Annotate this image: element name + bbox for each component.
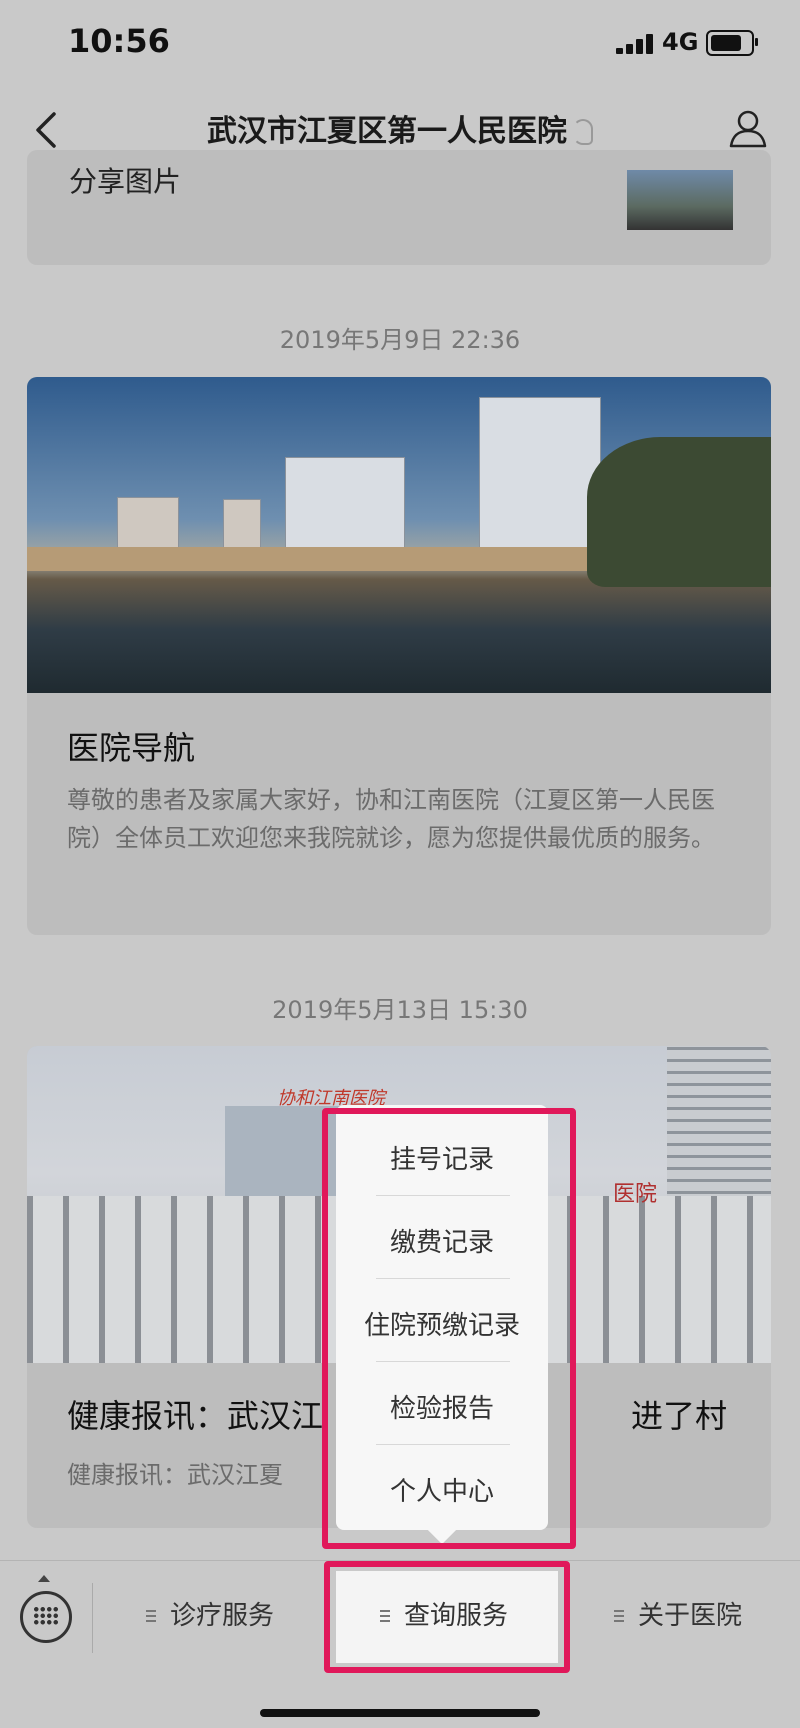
screen: 10:56 4G 武汉市江夏区第一人民医院 分享图片 2019年5月9日 22:… xyxy=(0,0,800,1728)
home-indicator xyxy=(260,1709,540,1717)
menu-icon xyxy=(146,1610,156,1622)
building-shape xyxy=(667,1046,771,1206)
keyboard-icon[interactable] xyxy=(20,1591,72,1643)
hospital-sign-text: 医院 xyxy=(613,1182,658,1207)
article-title: 分享图片 xyxy=(69,165,182,198)
building-shape xyxy=(223,499,261,549)
tab-highlight-box xyxy=(324,1561,570,1673)
tab-label: 诊疗服务 xyxy=(170,1601,275,1631)
status-time: 10:56 xyxy=(68,22,170,60)
article-card-partial[interactable]: 分享图片 xyxy=(27,150,771,265)
signal-icon xyxy=(616,34,656,54)
message-timestamp: 2019年5月9日 22:36 xyxy=(279,326,521,354)
bottom-menu-bar: 诊疗服务 查询服务 关于医院 xyxy=(0,1560,800,1728)
menu-icon xyxy=(614,1610,624,1622)
divider xyxy=(92,1583,93,1653)
article-title-left: 健康报讯：武汉江 xyxy=(67,1397,324,1435)
page-title-text: 武汉市江夏区第一人民医院 xyxy=(207,114,567,149)
network-type: 4G xyxy=(662,28,699,56)
battery-icon xyxy=(706,30,758,56)
article-title: 医院导航 xyxy=(67,729,196,767)
chevron-up-icon xyxy=(38,1575,50,1582)
page-title: 武汉市江夏区第一人民医院 xyxy=(0,106,800,150)
article-title-right: 进了村 xyxy=(631,1397,728,1435)
article-thumbnail xyxy=(627,170,733,230)
ear-icon[interactable] xyxy=(573,119,593,145)
tab-diagnosis-service[interactable]: 诊疗服务 xyxy=(146,1595,274,1632)
building-shape xyxy=(117,497,179,549)
tab-label: 关于医院 xyxy=(638,1601,743,1631)
building-shape xyxy=(479,397,601,549)
trees-shape xyxy=(587,437,771,587)
tab-about-hospital[interactable]: 关于医院 xyxy=(614,1595,742,1632)
message-timestamp: 2019年5月13日 15:30 xyxy=(272,996,528,1024)
user-profile-icon[interactable] xyxy=(726,106,770,150)
menu-highlight-box xyxy=(322,1108,576,1549)
hospital-photo xyxy=(27,377,771,693)
status-bar: 10:56 4G xyxy=(0,0,800,90)
article-description: 尊敬的患者及家属大家好，协和江南医院（江夏区第一人民医院）全体员工欢迎您来我院就… xyxy=(67,786,715,852)
building-shape xyxy=(285,457,405,549)
article-card-hospital-navigation[interactable]: 医院导航 尊敬的患者及家属大家好，协和江南医院（江夏区第一人民医院）全体员工欢迎… xyxy=(27,377,771,935)
